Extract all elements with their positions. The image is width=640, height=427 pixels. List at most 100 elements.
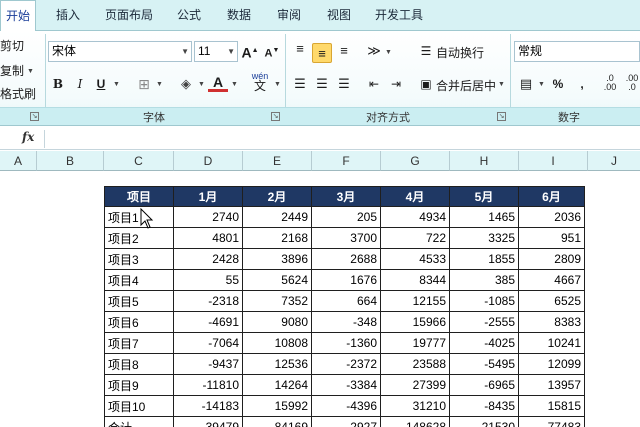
merge-center-button[interactable]: 合并后居中 — [436, 77, 496, 94]
font-size-dropdown-icon[interactable]: ▼ — [227, 42, 235, 61]
decrease-decimal-icon[interactable]: .00.0 — [622, 74, 640, 94]
tab-view[interactable]: 视图 — [318, 0, 360, 31]
font-color-button[interactable]: A — [208, 74, 228, 92]
value-cell[interactable]: 4934 — [380, 206, 450, 228]
value-cell[interactable]: 2428 — [173, 248, 243, 270]
italic-button[interactable]: I — [70, 74, 90, 94]
row-label-cell[interactable]: 项目3 — [104, 248, 174, 270]
value-cell[interactable]: -1360 — [311, 332, 381, 354]
column-header-a[interactable]: A — [0, 151, 37, 171]
orientation-dropdown-icon[interactable]: ▼ — [385, 49, 392, 56]
value-cell[interactable]: 10808 — [242, 332, 312, 354]
value-cell[interactable]: -4025 — [449, 332, 519, 354]
value-cell[interactable]: 1855 — [449, 248, 519, 270]
value-cell[interactable]: -3384 — [311, 374, 381, 396]
row-label-cell[interactable]: 合计 — [104, 416, 174, 427]
value-cell[interactable]: -9437 — [173, 353, 243, 375]
value-cell[interactable]: 15815 — [518, 395, 585, 417]
insert-function-icon[interactable]: fx — [22, 130, 34, 144]
shrink-font-button[interactable]: A▼ — [262, 41, 282, 61]
value-cell[interactable]: 385 — [449, 269, 519, 291]
underline-dropdown-icon[interactable]: ▼ — [113, 81, 120, 88]
row-label-cell[interactable]: 项目8 — [104, 353, 174, 375]
value-cell[interactable]: 23588 — [380, 353, 450, 375]
row-label-cell[interactable]: 项目10 — [104, 395, 174, 417]
column-header-d[interactable]: D — [174, 151, 243, 171]
value-cell[interactable]: -21530 — [449, 416, 519, 427]
formula-input[interactable] — [46, 129, 640, 149]
value-cell[interactable]: -5495 — [449, 353, 519, 375]
row-label-cell[interactable]: 项目6 — [104, 311, 174, 333]
fill-color-dropdown-icon[interactable]: ▼ — [198, 81, 205, 88]
value-cell[interactable]: 27399 — [380, 374, 450, 396]
value-cell[interactable]: 12099 — [518, 353, 585, 375]
value-cell[interactable]: 1676 — [311, 269, 381, 291]
tab-formulas[interactable]: 公式 — [168, 0, 210, 31]
tab-home[interactable]: 开始 — [0, 0, 36, 32]
font-size-combo[interactable]: 11 ▼ — [194, 41, 238, 62]
value-cell[interactable]: 15966 — [380, 311, 450, 333]
value-cell[interactable]: 13957 — [518, 374, 585, 396]
value-cell[interactable]: -2318 — [173, 290, 243, 312]
increase-decimal-icon[interactable]: .0.00 — [600, 74, 620, 94]
merge-center-dropdown-icon[interactable]: ▼ — [498, 81, 505, 88]
value-cell[interactable]: 205 — [311, 206, 381, 228]
value-cell[interactable]: -14183 — [173, 395, 243, 417]
phonetic-dropdown-icon[interactable]: ▼ — [274, 81, 281, 88]
value-cell[interactable]: 12155 — [380, 290, 450, 312]
align-left-icon[interactable]: ☰ — [290, 74, 310, 94]
row-label-cell[interactable]: 项目7 — [104, 332, 174, 354]
align-top-icon[interactable]: ≡ — [290, 39, 310, 59]
tab-insert[interactable]: 插入 — [48, 0, 88, 31]
value-cell[interactable]: 6525 — [518, 290, 585, 312]
value-cell[interactable]: 7352 — [242, 290, 312, 312]
value-cell[interactable]: -2372 — [311, 353, 381, 375]
value-cell[interactable]: 19777 — [380, 332, 450, 354]
value-cell[interactable]: 9080 — [242, 311, 312, 333]
value-cell[interactable]: -39479 — [173, 416, 243, 427]
tab-review[interactable]: 审阅 — [268, 0, 310, 31]
value-cell[interactable]: -4691 — [173, 311, 243, 333]
decrease-indent-icon[interactable]: ⇤ — [364, 74, 384, 94]
borders-dropdown-icon[interactable]: ▼ — [156, 81, 163, 88]
value-cell[interactable]: 10241 — [518, 332, 585, 354]
value-cell[interactable]: -2555 — [449, 311, 519, 333]
currency-dropdown-icon[interactable]: ▼ — [538, 81, 545, 88]
font-name-dropdown-icon[interactable]: ▼ — [181, 42, 189, 61]
comma-style-button[interactable]: , — [572, 74, 592, 94]
value-cell[interactable]: 4667 — [518, 269, 585, 291]
table-header-cell[interactable]: 1月 — [173, 186, 243, 207]
value-cell[interactable]: -348 — [311, 311, 381, 333]
table-header-cell[interactable]: 2月 — [242, 186, 312, 207]
table-header-cell[interactable]: 5月 — [449, 186, 519, 207]
increase-indent-icon[interactable]: ⇥ — [386, 74, 406, 94]
align-middle-icon[interactable]: ≡ — [312, 43, 332, 63]
value-cell[interactable]: 2036 — [518, 206, 585, 228]
number-format-combo[interactable]: 常规 — [514, 41, 640, 62]
font-color-dropdown-icon[interactable]: ▼ — [231, 81, 238, 88]
value-cell[interactable]: 8344 — [380, 269, 450, 291]
value-cell[interactable]: 8383 — [518, 311, 585, 333]
value-cell[interactable]: 148628 — [380, 416, 450, 427]
value-cell[interactable]: -1085 — [449, 290, 519, 312]
value-cell[interactable]: 951 — [518, 227, 585, 249]
column-header-c[interactable]: C — [104, 151, 174, 171]
cut-button[interactable]: 剪切 — [0, 37, 24, 54]
align-right-icon[interactable]: ☰ — [334, 74, 354, 94]
value-cell[interactable]: 2449 — [242, 206, 312, 228]
font-name-combo[interactable]: 宋体 ▼ — [48, 41, 192, 62]
value-cell[interactable]: 5624 — [242, 269, 312, 291]
value-cell[interactable]: -2927 — [311, 416, 381, 427]
value-cell[interactable]: 3896 — [242, 248, 312, 270]
tab-data[interactable]: 数据 — [218, 0, 260, 31]
value-cell[interactable]: 3325 — [449, 227, 519, 249]
row-label-cell[interactable]: 项目4 — [104, 269, 174, 291]
clipboard-dialog-launcher-icon[interactable]: ↘ — [30, 112, 39, 121]
align-bottom-icon[interactable]: ≡ — [334, 41, 354, 61]
column-header-f[interactable]: F — [312, 151, 381, 171]
value-cell[interactable]: 14264 — [242, 374, 312, 396]
table-header-cell[interactable]: 3月 — [311, 186, 381, 207]
column-header-h[interactable]: H — [450, 151, 519, 171]
value-cell[interactable]: 3700 — [311, 227, 381, 249]
align-center-icon[interactable]: ☰ — [312, 74, 332, 94]
